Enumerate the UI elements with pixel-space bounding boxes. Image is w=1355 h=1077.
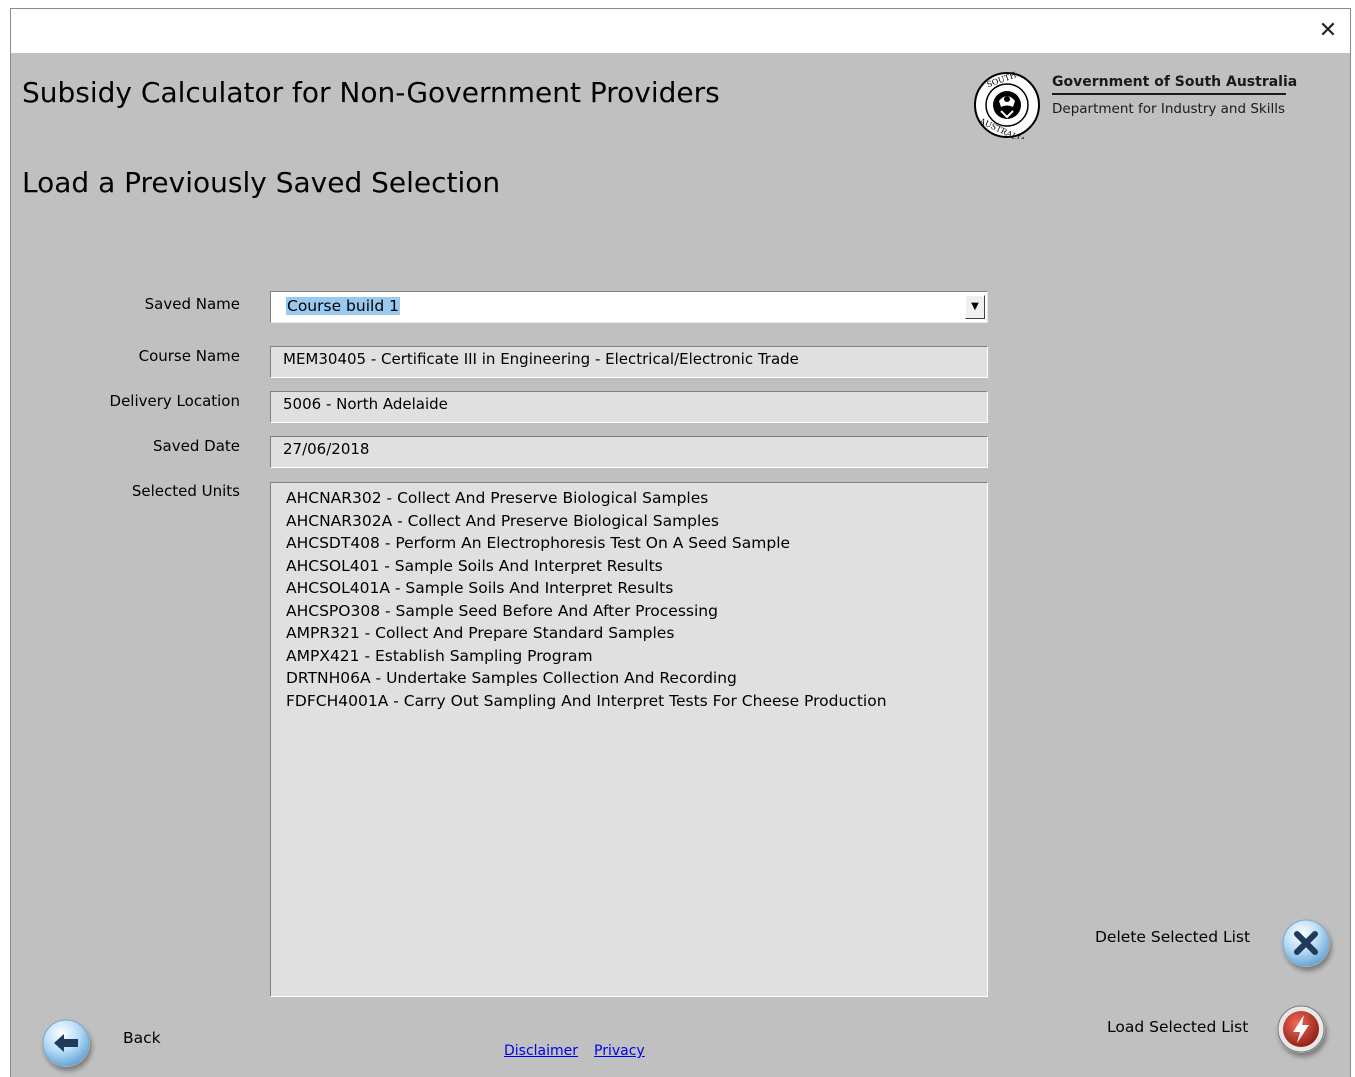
delete-selected-list-button[interactable] xyxy=(1282,919,1330,967)
delivery-location-field[interactable]: 5006 - North Adelaide xyxy=(270,391,988,423)
selected-units-label: Selected Units xyxy=(131,482,240,500)
course-name-field[interactable]: MEM30405 - Certificate III in Engineerin… xyxy=(270,346,988,378)
saved-date-field[interactable]: 27/06/2018 xyxy=(270,436,988,468)
list-item: AMPR321 - Collect And Prepare Standard S… xyxy=(286,624,675,642)
government-name: Government of South Australia xyxy=(1052,74,1297,95)
list-item: AHCNAR302 - Collect And Preserve Biologi… xyxy=(286,489,709,507)
privacy-link[interactable]: Privacy xyxy=(594,1043,645,1059)
list-item: AHCSPO308 - Sample Seed Before And After… xyxy=(286,601,718,620)
lightning-bolt-icon xyxy=(1277,1005,1325,1053)
saved-name-dropdown[interactable]: Course build 1 ▼ xyxy=(270,291,988,323)
arrow-left-icon xyxy=(42,1019,90,1067)
delete-selected-list-label[interactable]: Delete Selected List xyxy=(1095,928,1250,946)
department-name: Department for Industry and Skills xyxy=(1052,101,1286,117)
app-window: ✕ Subsidy Calculator for Non-Government … xyxy=(10,8,1351,1077)
saved-name-label: Saved Name xyxy=(144,295,240,313)
list-item: AHCNAR302A - Collect And Preserve Biolog… xyxy=(286,511,719,530)
back-label[interactable]: Back xyxy=(123,1029,161,1047)
list-item: AMPX421 - Establish Sampling Program xyxy=(286,646,593,665)
back-button[interactable] xyxy=(42,1019,90,1067)
disclaimer-link[interactable]: Disclaimer xyxy=(504,1043,578,1059)
list-item: FDFCH4001A - Carry Out Sampling And Inte… xyxy=(286,691,887,710)
saved-name-value[interactable]: Course build 1 xyxy=(286,297,400,315)
list-item: AHCSOL401A - Sample Soils And Interpret … xyxy=(286,579,674,597)
course-name-label: Course Name xyxy=(138,347,240,365)
list-item: AHCSOL401 - Sample Soils And Interpret R… xyxy=(286,556,663,575)
page-title: Load a Previously Saved Selection xyxy=(22,166,501,199)
list-item: AHCSDT408 - Perform An Electrophoresis T… xyxy=(286,534,791,552)
delete-x-icon xyxy=(1282,919,1330,967)
load-selected-list-button[interactable] xyxy=(1277,1005,1325,1053)
list-item: DRTNH06A - Undertake Samples Collection … xyxy=(286,669,737,687)
delivery-location-label: Delivery Location xyxy=(109,392,240,410)
south-australia-seal-icon: SOUTH AUSTRALIA xyxy=(974,71,1040,139)
saved-date-label: Saved Date xyxy=(153,437,240,455)
load-selected-list-label[interactable]: Load Selected List xyxy=(1107,1018,1248,1036)
chevron-down-icon[interactable]: ▼ xyxy=(965,295,985,319)
close-icon[interactable]: ✕ xyxy=(1312,15,1344,47)
form-client-area: Subsidy Calculator for Non-Government Pr… xyxy=(11,53,1350,1077)
selected-units-list[interactable]: AHCNAR302 - Collect And Preserve Biologi… xyxy=(270,482,988,997)
title-bar: ✕ xyxy=(11,9,1350,53)
app-title: Subsidy Calculator for Non-Government Pr… xyxy=(22,76,720,109)
